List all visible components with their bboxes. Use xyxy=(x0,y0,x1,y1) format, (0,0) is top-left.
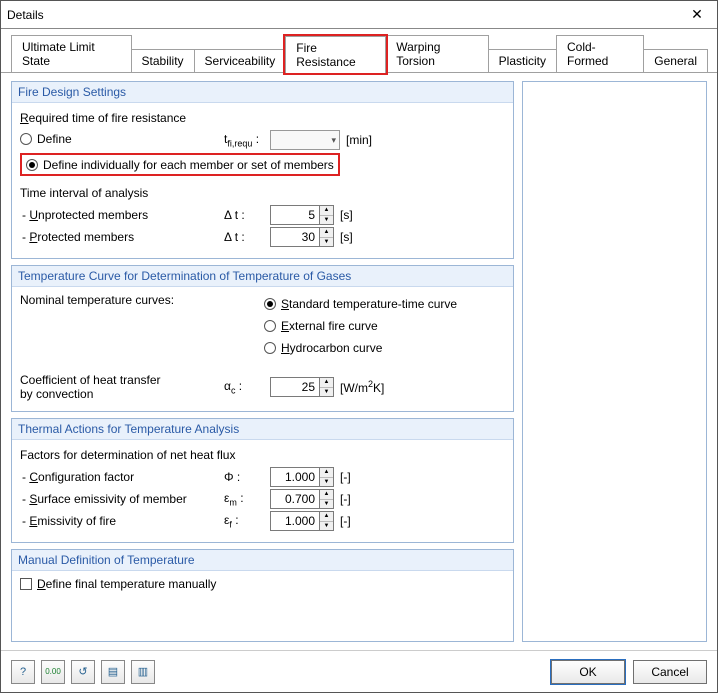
window-title: Details xyxy=(7,8,44,22)
combo-tfi[interactable] xyxy=(270,130,340,150)
unit-s-1: [s] xyxy=(340,208,353,222)
spin-protected[interactable]: ▲▼ xyxy=(270,227,334,247)
label-unprotected: - Unprotected members xyxy=(20,208,218,222)
spin-down-icon[interactable]: ▼ xyxy=(320,522,333,531)
unit-dimless-3: [-] xyxy=(340,514,351,528)
spin-up-icon[interactable]: ▲ xyxy=(320,228,333,238)
group-manual-definition: Manual Definition of Temperature Define … xyxy=(11,549,514,642)
tab-stability[interactable]: Stability xyxy=(131,49,195,72)
tab-cold-formed[interactable]: Cold-Formed xyxy=(556,35,644,72)
spin-alpha-c[interactable]: ▲▼ xyxy=(270,377,334,397)
tab-ultimate-limit-state[interactable]: Ultimate Limit State xyxy=(11,35,132,72)
group-header-manual: Manual Definition of Temperature xyxy=(12,550,513,571)
label-protected: - Protected members xyxy=(20,230,218,244)
radio-hydrocarbon-curve[interactable]: Hydrocarbon curve xyxy=(264,341,382,355)
spin-down-icon[interactable]: ▼ xyxy=(320,216,333,225)
radio-define-individually-label: Define individually for each member or s… xyxy=(43,158,334,172)
group-thermal-actions: Thermal Actions for Temperature Analysis… xyxy=(11,418,514,543)
symbol-eps-f: εf : xyxy=(224,513,264,529)
ok-button[interactable]: OK xyxy=(551,660,625,684)
radio-external-curve[interactable]: External fire curve xyxy=(264,319,378,333)
radio-define-label: Define xyxy=(37,132,72,146)
radio-define[interactable]: Define xyxy=(20,132,72,146)
tab-fire-resistance[interactable]: Fire Resistance xyxy=(285,36,386,73)
spin-phi[interactable]: ▲▼ xyxy=(270,467,334,487)
symbol-alpha-c: αc : xyxy=(224,379,264,395)
group-header-therm: Thermal Actions for Temperature Analysis xyxy=(12,419,513,440)
radio-define-individually[interactable]: Define individually for each member or s… xyxy=(26,158,334,172)
input-alpha-c[interactable] xyxy=(271,378,319,396)
spin-down-icon[interactable]: ▼ xyxy=(320,478,333,487)
spin-eps-f[interactable]: ▲▼ xyxy=(270,511,334,531)
unit-wmk: [W/m2K] xyxy=(340,379,384,395)
close-icon[interactable]: ✕ xyxy=(683,4,711,26)
symbol-tfi: tfi,requ : xyxy=(224,132,264,148)
check-define-final-temp[interactable]: Define final temperature manually xyxy=(20,577,216,591)
label-configuration-factor: - Configuration factor xyxy=(20,470,218,484)
titlebar: Details ✕ xyxy=(1,1,717,29)
spin-up-icon[interactable]: ▲ xyxy=(320,490,333,500)
unit-min: [min] xyxy=(346,133,372,147)
group-header-tcurve: Temperature Curve for Determination of T… xyxy=(12,266,513,287)
tab-general[interactable]: General xyxy=(643,49,708,72)
symbol-dt-unprot: Δ t : xyxy=(224,208,264,222)
group-temperature-curve: Temperature Curve for Determination of T… xyxy=(11,265,514,412)
label-required-time: RRequired time of fire resistanceequired… xyxy=(20,111,505,125)
group-fire-design-settings: Fire Design Settings RRequired time of f… xyxy=(11,81,514,259)
group-header-fds: Fire Design Settings xyxy=(12,82,513,103)
reset-icon[interactable]: ↺ xyxy=(71,660,95,684)
label-coef-heat-transfer: Coefficient of heat transfer by convecti… xyxy=(20,373,218,401)
label-nominal-curves: Nominal temperature curves: xyxy=(20,293,264,359)
preview-panel xyxy=(522,81,707,642)
label-factors-net-heat-flux: Factors for determination of net heat fl… xyxy=(20,448,505,462)
label-surface-emissivity-member: - Surface emissivity of member xyxy=(20,492,218,506)
left-column: Fire Design Settings RRequired time of f… xyxy=(11,81,514,642)
units-icon[interactable]: 0.00 xyxy=(41,660,65,684)
highlight-define-individually: Define individually for each member or s… xyxy=(20,153,340,176)
unit-s-2: [s] xyxy=(340,230,353,244)
spin-up-icon[interactable]: ▲ xyxy=(320,512,333,522)
spin-eps-m[interactable]: ▲▼ xyxy=(270,489,334,509)
unit-dimless-2: [-] xyxy=(340,492,351,506)
spin-down-icon[interactable]: ▼ xyxy=(320,500,333,509)
toolbar-icon-4[interactable]: ▤ xyxy=(101,660,125,684)
tab-plasticity[interactable]: Plasticity xyxy=(488,49,557,72)
cancel-button[interactable]: Cancel xyxy=(633,660,707,684)
help-icon[interactable]: ? xyxy=(11,660,35,684)
input-phi[interactable] xyxy=(271,468,319,486)
symbol-dt-prot: Δ t : xyxy=(224,230,264,244)
input-unprotected[interactable] xyxy=(271,206,319,224)
spin-up-icon[interactable]: ▲ xyxy=(320,378,333,388)
spin-up-icon[interactable]: ▲ xyxy=(320,206,333,216)
unit-dimless-1: [-] xyxy=(340,470,351,484)
symbol-eps-m: εm : xyxy=(224,491,264,507)
label-time-interval: Time interval of analysis xyxy=(20,186,505,200)
radio-standard-curve[interactable]: Standard temperature-time curve xyxy=(264,297,457,311)
symbol-phi: Φ : xyxy=(224,470,264,484)
label-emissivity-fire: - Emissivity of fire xyxy=(20,514,218,528)
content-area: Fire Design Settings RRequired time of f… xyxy=(1,73,717,650)
input-eps-m[interactable] xyxy=(271,490,319,508)
spin-down-icon[interactable]: ▼ xyxy=(320,238,333,247)
spin-down-icon[interactable]: ▼ xyxy=(320,388,333,397)
details-dialog: Details ✕ Ultimate Limit State Stability… xyxy=(0,0,718,693)
toolbar-icon-5[interactable]: ▥ xyxy=(131,660,155,684)
tabstrip: Ultimate Limit State Stability Serviceab… xyxy=(1,29,717,73)
spin-unprotected[interactable]: ▲▼ xyxy=(270,205,334,225)
input-protected[interactable] xyxy=(271,228,319,246)
tab-warping-torsion[interactable]: Warping Torsion xyxy=(385,35,488,72)
input-eps-f[interactable] xyxy=(271,512,319,530)
footer: ? 0.00 ↺ ▤ ▥ OK Cancel xyxy=(1,650,717,692)
spin-up-icon[interactable]: ▲ xyxy=(320,468,333,478)
tab-serviceability[interactable]: Serviceability xyxy=(194,49,287,72)
